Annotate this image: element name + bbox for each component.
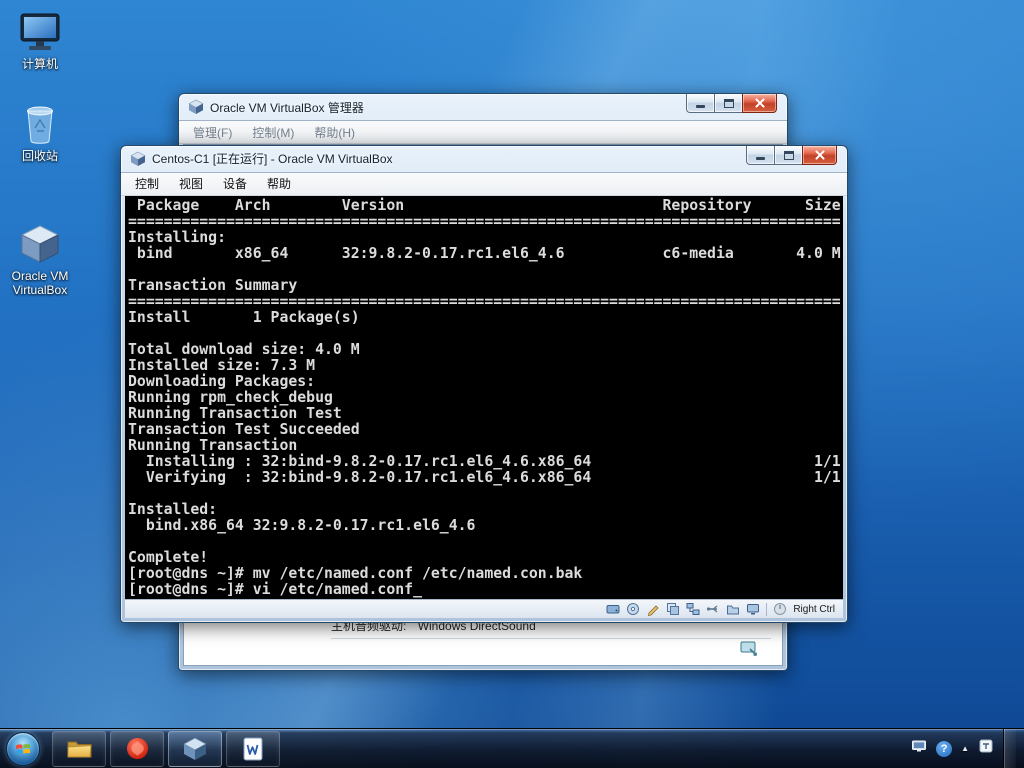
terminal-output[interactable]: Package Arch Version Repository Size ====… [125, 195, 843, 600]
desktop-icon-virtualbox[interactable]: Oracle VM VirtualBox [8, 220, 72, 297]
terminal-line: Verifying : 32:bind-9.8.2-0.17.rc1.el6_4… [128, 468, 841, 486]
windows-flag-icon [16, 743, 30, 754]
desktop-icon-label: Oracle VM VirtualBox [11, 269, 69, 297]
terminal-line: Transaction Test Succeeded [128, 420, 360, 438]
virtualbox-cube-icon [183, 737, 207, 760]
menu-help[interactable]: 帮助 [257, 172, 301, 195]
shared-clipboard-icon[interactable] [666, 602, 680, 616]
menu-manage[interactable]: 管理(F) [183, 121, 242, 144]
terminal-line: bind x86_64 32:9.8.2-0.17.rc1.el6_4.6 c6… [128, 244, 841, 262]
virtualbox-logo-icon [130, 151, 146, 167]
terminal-line: Running Transaction [128, 436, 298, 454]
optical-disk-icon[interactable] [626, 602, 640, 616]
desktop-icon-recycle-bin[interactable]: 回收站 [8, 100, 72, 163]
network-icon[interactable] [686, 602, 700, 616]
maximize-icon [723, 98, 734, 108]
maximize-button[interactable] [714, 94, 743, 113]
terminal-line: [root@dns ~]# vi /etc/named.conf_ [128, 580, 422, 598]
vm-window-title: Centos-C1 [正在运行] - Oracle VM VirtualBox [152, 152, 393, 167]
taskbar-button-virtualbox[interactable] [168, 730, 222, 767]
show-desktop-button[interactable] [1003, 729, 1016, 768]
virtualbox-cube-icon [8, 220, 72, 266]
word-icon [243, 737, 263, 760]
red-app-icon [126, 737, 148, 760]
terminal-line: Running Transaction Test [128, 404, 342, 422]
minimize-button[interactable] [746, 146, 775, 165]
minimize-icon [756, 157, 765, 160]
virtualbox-logo-icon [188, 99, 204, 115]
desktop-icon-label: 回收站 [21, 149, 58, 163]
terminal-line: Installed size: 7.3 M [128, 356, 316, 374]
desktop-wallpaper: 计算机 回收站 Oracle VM VirtualBox Oracle VM V… [0, 0, 1024, 768]
maximize-button[interactable] [774, 146, 803, 165]
menu-view[interactable]: 视图 [169, 172, 213, 195]
pencil-edit-icon[interactable] [646, 602, 660, 617]
menu-machine[interactable]: 控制 [125, 172, 169, 195]
tray-display-icon[interactable] [911, 738, 927, 759]
tray-help-icon[interactable]: ? [936, 740, 953, 757]
display-icon[interactable] [746, 602, 760, 616]
folder-icon [67, 741, 92, 757]
recycle-bin-icon [8, 100, 72, 146]
terminal-line: bind.x86_64 32:9.8.2-0.17.rc1.el6_4.6 [128, 516, 476, 534]
system-tray: ? ▲ [911, 729, 1024, 768]
shared-folder-icon[interactable] [726, 602, 740, 616]
manager-titlebar[interactable]: Oracle VM VirtualBox 管理器 [179, 94, 787, 120]
manager-window-title: Oracle VM VirtualBox 管理器 [210, 100, 364, 115]
vm-window-centos-c1[interactable]: Centos-C1 [正在运行] - Oracle VM VirtualBox … [120, 145, 848, 623]
terminal-line: Running rpm_check_debug [128, 388, 333, 406]
close-icon [814, 149, 826, 161]
terminal-line: Installing: [128, 228, 226, 246]
terminal-line: Install 1 Package(s) [128, 308, 360, 326]
desktop-icon-computer[interactable]: 计算机 [8, 8, 72, 71]
computer-icon [8, 8, 72, 54]
terminal-line: Total download size: 4.0 M [128, 340, 360, 358]
taskbar-button-explorer[interactable] [52, 730, 106, 767]
terminal-line: Package Arch Version Repository Size [128, 196, 841, 214]
manager-menubar: 管理(F) 控制(M) 帮助(H) [179, 120, 787, 144]
tray-hidden-icons-chevron[interactable]: ▲ [961, 744, 969, 753]
vm-menubar: 控制 视图 设备 帮助 [121, 171, 847, 196]
terminal-line: [root@dns ~]# mv /etc/named.conf /etc/na… [128, 564, 583, 582]
maximize-icon [783, 150, 794, 160]
minimize-button[interactable] [686, 94, 715, 113]
tray-ime-icon[interactable] [978, 738, 994, 759]
terminal-line: Downloading Packages: [128, 372, 316, 390]
vm-titlebar[interactable]: Centos-C1 [正在运行] - Oracle VM VirtualBox [121, 146, 847, 172]
mouse-integration-icon[interactable] [773, 602, 787, 616]
terminal-line: Complete! [128, 548, 209, 566]
taskbar: ? ▲ [0, 728, 1024, 768]
desktop-icon-label: 计算机 [21, 57, 58, 71]
host-key-label: Right Ctrl [793, 603, 835, 615]
terminal-line: Installing : 32:bind-9.8.2-0.17.rc1.el6_… [128, 452, 841, 470]
terminal-line: ========================================… [128, 212, 841, 230]
close-icon [754, 97, 766, 109]
close-button[interactable] [742, 94, 777, 113]
usb-icon[interactable] [706, 602, 720, 616]
minimize-icon [696, 105, 705, 108]
menu-help[interactable]: 帮助(H) [304, 121, 365, 144]
taskbar-button-red-app[interactable] [110, 730, 164, 767]
taskbar-button-word[interactable] [226, 730, 280, 767]
menu-control[interactable]: 控制(M) [242, 121, 304, 144]
terminal-line: ========================================… [128, 292, 841, 310]
vm-statusbar: Right Ctrl [125, 599, 843, 618]
preview-monitor-icon[interactable] [740, 641, 758, 657]
terminal-line: Transaction Summary [128, 276, 298, 294]
start-button[interactable] [6, 731, 40, 766]
hard-disk-icon[interactable] [606, 602, 620, 616]
menu-devices[interactable]: 设备 [213, 172, 257, 195]
statusbar-divider [766, 602, 768, 616]
terminal-line: Installed: [128, 500, 218, 518]
close-button[interactable] [802, 146, 837, 165]
